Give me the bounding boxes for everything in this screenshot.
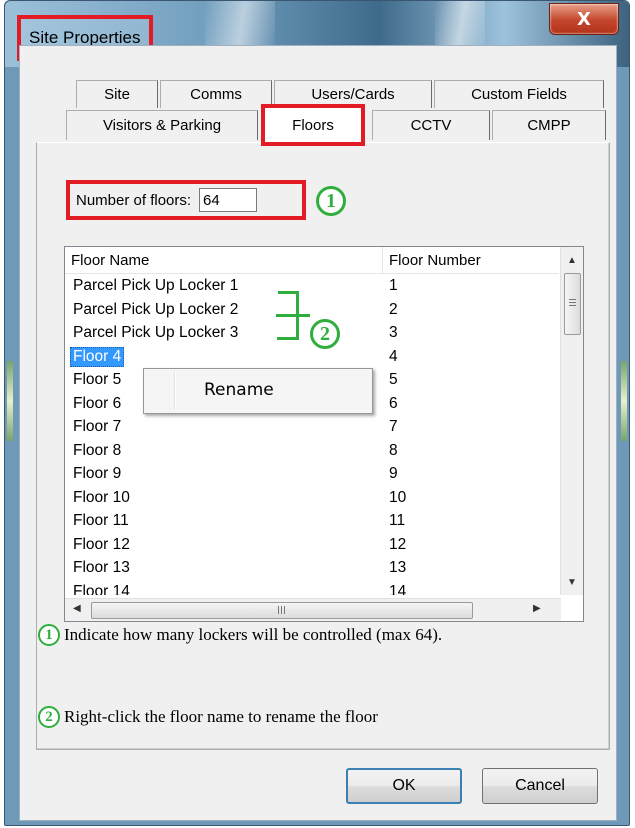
vertical-scrollbar[interactable]: ▲ ▼	[560, 247, 583, 595]
close-button[interactable]: X	[549, 3, 619, 35]
floor-number-cell: 12	[389, 535, 407, 553]
note-marker-2: 2	[38, 706, 60, 728]
floor-name-cell[interactable]: Floor 6	[71, 395, 123, 413]
cancel-button[interactable]: Cancel	[482, 768, 598, 804]
ok-button[interactable]: OK	[346, 768, 462, 804]
floor-name-cell[interactable]: Floor 11	[71, 512, 131, 530]
note-1-text: Indicate how many lockers will be contro…	[64, 625, 443, 644]
number-of-floors-input[interactable]	[199, 188, 258, 212]
floor-number-cell: 7	[389, 418, 398, 435]
floor-number-cell: 4	[389, 347, 398, 365]
annotation-marker-1: 1	[316, 186, 346, 216]
floor-name-cell[interactable]: Parcel Pick Up Locker 2	[71, 301, 240, 319]
list-header: Floor Name Floor Number	[65, 247, 559, 274]
table-row[interactable]: Floor 14 14	[65, 581, 559, 596]
horizontal-scroll-thumb[interactable]	[91, 602, 473, 619]
floor-number-cell: 11	[389, 512, 406, 529]
window-frame-decoration	[7, 361, 13, 441]
floor-name-cell[interactable]: Floor 9	[71, 465, 123, 483]
table-row[interactable]: Floor 8 8	[65, 440, 559, 462]
floor-name-cell[interactable]: Parcel Pick Up Locker 3	[71, 324, 240, 342]
tab-custom-fields[interactable]: Custom Fields	[434, 80, 604, 108]
tab-visitors-parking[interactable]: Visitors & Parking	[66, 110, 258, 140]
table-row[interactable]: Parcel Pick Up Locker 1 1	[65, 275, 559, 297]
context-menu: Rename	[143, 368, 373, 414]
floor-name-cell[interactable]: Floor 14	[71, 583, 132, 596]
table-row[interactable]: Floor 11 11	[65, 510, 559, 532]
floor-name-cell[interactable]: Floor 13	[71, 559, 132, 577]
floor-number-cell: 13	[389, 559, 407, 576]
vertical-scroll-thumb[interactable]	[564, 273, 581, 335]
horizontal-scrollbar[interactable]: ◀ ▶	[65, 598, 561, 621]
note-marker-1: 1	[38, 624, 60, 646]
column-header-floor-name[interactable]: Floor Name	[65, 247, 383, 273]
number-of-floors-group: Number of floors:	[66, 180, 306, 220]
scroll-down-icon[interactable]: ▼	[567, 577, 577, 588]
scroll-left-icon[interactable]: ◀	[73, 603, 81, 614]
floor-number-cell: 8	[389, 441, 398, 459]
tab-floors[interactable]: Floors	[261, 104, 365, 146]
note-1: 1 Indicate how many lockers will be cont…	[38, 624, 442, 646]
floor-name-cell[interactable]: Floor 5	[71, 371, 123, 389]
scroll-right-icon[interactable]: ▶	[533, 603, 541, 614]
annotation-marker-2: 2	[310, 319, 340, 349]
floor-number-cell: 10	[389, 488, 407, 506]
note-2: 2 Right-click the floor name to rename t…	[38, 706, 378, 728]
number-of-floors-label: Number of floors:	[76, 191, 192, 209]
tab-comms[interactable]: Comms	[160, 80, 272, 108]
floor-number-cell: 2	[389, 300, 398, 318]
window-frame-decoration	[621, 361, 627, 441]
tab-site[interactable]: Site	[76, 80, 158, 108]
close-icon: X	[577, 8, 591, 30]
table-row[interactable]: Floor 7 7	[65, 416, 559, 438]
column-header-floor-number[interactable]: Floor Number	[383, 247, 559, 273]
floor-name-cell[interactable]: Floor 7	[71, 418, 123, 436]
context-menu-rename[interactable]: Rename	[204, 380, 274, 400]
tab-cmpp[interactable]: CMPP	[492, 110, 606, 140]
note-2-text: Right-click the floor name to rename the…	[64, 707, 378, 726]
floor-number-cell: 6	[389, 394, 398, 412]
tab-cctv[interactable]: CCTV	[372, 110, 490, 140]
table-row[interactable]: Floor 4 4	[65, 346, 559, 368]
floors-list[interactable]: Floor Name Floor Number Parcel Pick Up L…	[64, 246, 584, 622]
floor-name-cell[interactable]: Floor 8	[71, 442, 123, 460]
floor-number-cell: 14	[389, 582, 407, 596]
scroll-up-icon[interactable]: ▲	[567, 255, 577, 266]
table-row[interactable]: Floor 12 12	[65, 534, 559, 556]
floor-name-cell[interactable]: Floor 10	[71, 489, 132, 507]
floor-name-cell[interactable]: Floor 12	[71, 536, 132, 554]
floor-name-cell[interactable]: Floor 4	[70, 346, 125, 367]
floor-number-cell: 9	[389, 465, 398, 482]
table-row[interactable]: Parcel Pick Up Locker 2 2	[65, 299, 559, 321]
table-row[interactable]: Floor 9 9	[65, 463, 559, 485]
floor-number-cell: 5	[389, 371, 398, 388]
floor-number-cell: 3	[389, 324, 398, 341]
table-row[interactable]: Floor 13 13	[65, 557, 559, 579]
list-rows: Parcel Pick Up Locker 1 1 Parcel Pick Up L…	[65, 275, 559, 595]
floor-number-cell: 1	[389, 277, 398, 294]
table-row[interactable]: Floor 10 10	[65, 487, 559, 509]
floor-name-cell[interactable]: Parcel Pick Up Locker 1	[71, 277, 240, 295]
